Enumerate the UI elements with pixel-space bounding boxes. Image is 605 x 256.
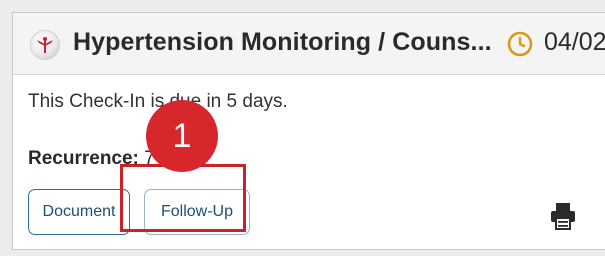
due-date: 04/02 xyxy=(544,28,605,56)
print-icon[interactable] xyxy=(548,202,578,230)
clock-icon xyxy=(507,31,533,57)
card-title: Hypertension Monitoring / Couns... xyxy=(73,28,492,56)
caduceus-icon xyxy=(31,31,59,59)
step-number-badge: 1 xyxy=(146,100,218,172)
card-header: Hypertension Monitoring / Couns... 04/02 xyxy=(13,13,605,75)
step-highlight-box xyxy=(120,164,246,232)
document-button[interactable]: Document xyxy=(28,189,130,235)
check-in-card: Hypertension Monitoring / Couns... 04/02… xyxy=(12,12,605,250)
screenshot-frame: Hypertension Monitoring / Couns... 04/02… xyxy=(0,0,605,256)
